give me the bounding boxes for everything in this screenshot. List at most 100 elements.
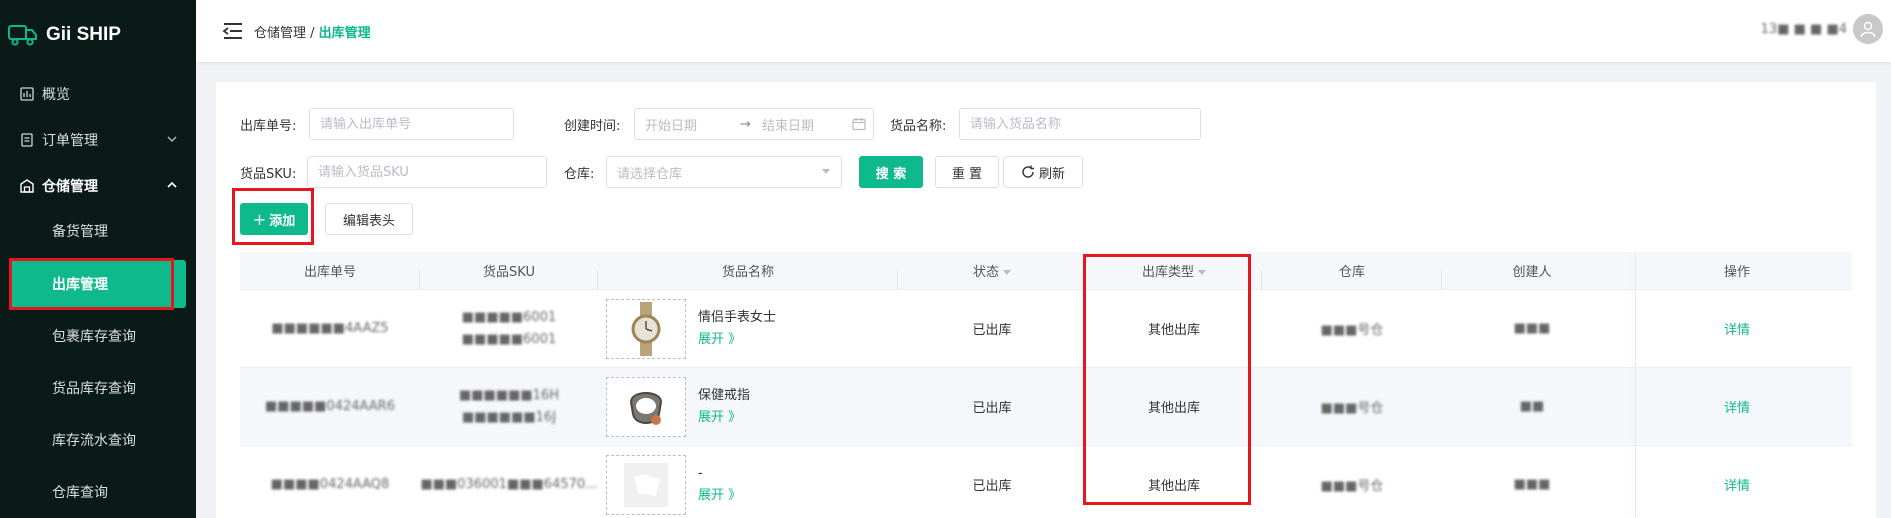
detail-link[interactable]: 详情	[1724, 323, 1750, 338]
status-text: 已出库	[972, 479, 1012, 494]
creator-name: ■■	[1519, 399, 1545, 414]
breadcrumb-separator: /	[306, 25, 319, 41]
add-button[interactable]: + 添加	[240, 203, 308, 235]
order-icon	[21, 133, 33, 147]
col-goods-name: 货品名称	[598, 261, 898, 290]
top-header: 仓储管理 / 出库管理 13■ ■ ■ ■4	[196, 0, 1891, 62]
calendar-icon	[852, 118, 866, 131]
table-row: ■■■■■0424AAR6 ■■■■■■16H ■■■■■■16J 保健戒指 展开…	[240, 368, 1852, 446]
sku-input[interactable]	[307, 156, 547, 188]
watch-image	[631, 301, 661, 356]
col-creator: 创建人	[1512, 265, 1552, 280]
table-header: 出库单号 货品SKU 货品名称 状态 出库类型 仓库 创建人 操作	[240, 252, 1852, 290]
goods-name-field[interactable]	[970, 116, 1200, 132]
dashboard-icon	[20, 87, 34, 101]
warehouse-icon	[20, 179, 34, 193]
search-button[interactable]: 搜 索	[859, 156, 923, 188]
sidebar-subitem-stocking[interactable]: 备货管理	[0, 208, 196, 254]
col-order-no: 出库单号	[240, 261, 420, 290]
date-range-picker[interactable]: 开始日期 → 结束日期	[634, 108, 874, 140]
sort-icon	[1003, 270, 1011, 275]
warehouse-select[interactable]: 请选择仓库	[606, 156, 842, 188]
status-text: 已出库	[972, 323, 1012, 338]
sidebar-item-orders[interactable]: 订单管理	[0, 116, 196, 164]
refresh-label: 刷新	[1038, 166, 1065, 182]
sidebar-subitem-stock-flow[interactable]: 库存流水查询	[0, 414, 196, 466]
sidebar-subitem-label: 仓库查询	[52, 485, 108, 501]
detail-link[interactable]: 详情	[1724, 401, 1750, 416]
sku-label: 货品SKU:	[240, 167, 297, 182]
sidebar-subitem-warehouse-query[interactable]: 仓库查询	[0, 466, 196, 518]
chevron-down-icon	[167, 136, 177, 142]
sku-line: ■■■■■6001	[461, 309, 557, 325]
col-status[interactable]: 状态	[898, 261, 1086, 290]
order-no: ■■■■■■4AAZ5	[271, 321, 389, 336]
expand-link[interactable]: 展开 》	[698, 485, 741, 507]
sidebar-subitem-label: 出库管理	[52, 277, 108, 293]
sidebar-subitem-outbound[interactable]: 出库管理	[10, 260, 186, 308]
detail-link[interactable]: 详情	[1724, 479, 1750, 494]
creator-name: ■■■	[1513, 321, 1551, 336]
col-warehouse: 仓库	[1262, 261, 1442, 290]
app-name: Gii SHIP	[46, 24, 121, 45]
sidebar-subitem-label: 货品库存查询	[52, 381, 136, 397]
sidebar-item-label: 概览	[42, 87, 70, 103]
app-logo[interactable]: Gii SHIP	[0, 0, 196, 70]
warehouse-label: 仓库:	[564, 167, 595, 182]
goods-thumbnail[interactable]	[606, 454, 686, 515]
goods-name-label: 货品名称:	[890, 119, 947, 134]
sidebar-subitem-package-stock[interactable]: 包裹库存查询	[0, 310, 196, 362]
col-operation: 操作	[1723, 265, 1750, 280]
table-row: ■■■■■■4AAZ5 ■■■■■6001 ■■■■■6001 情侣手表女士 展开…	[240, 290, 1852, 368]
sidebar-subitem-label: 备货管理	[52, 224, 108, 240]
refresh-icon	[1022, 165, 1034, 178]
goods-name: 保健戒指	[698, 387, 751, 403]
sku-line: ■■■■■6001	[461, 331, 557, 347]
out-type-text: 其他出库	[1147, 323, 1200, 338]
range-arrow: →	[740, 116, 751, 132]
expand-link[interactable]: 展开 》	[698, 329, 776, 351]
out-no-input[interactable]	[309, 108, 514, 140]
warehouse-name: ■■■号仓	[1320, 323, 1384, 338]
goods-name: 情侣手表女士	[698, 309, 777, 325]
reset-button[interactable]: 重 置	[935, 156, 999, 188]
fixed-column-divider	[1635, 252, 1636, 518]
breadcrumb: 仓储管理 / 出库管理	[254, 22, 371, 41]
out-no-field[interactable]	[320, 116, 513, 132]
user-icon	[1860, 21, 1876, 38]
avatar[interactable]	[1853, 14, 1883, 44]
goods-thumbnail[interactable]	[606, 298, 686, 359]
sidebar-item-overview[interactable]: 概览	[0, 72, 196, 116]
sidebar-subitem-label: 库存流水查询	[52, 433, 136, 449]
order-no: ■■■■■0424AAR6	[265, 399, 395, 414]
sku-line: ■■■■■■16H	[458, 387, 559, 403]
sku-line: ■■■■■■16J	[461, 409, 557, 425]
sidebar-item-warehouse[interactable]: 仓储管理	[0, 164, 196, 208]
menu-fold-icon[interactable]	[222, 22, 244, 40]
truck-icon	[8, 25, 37, 46]
goods-name-input[interactable]	[959, 108, 1201, 140]
sidebar-subitem-goods-stock[interactable]: 货品库存查询	[0, 362, 196, 414]
sku-line: ■■■64570...	[506, 476, 598, 492]
end-date-placeholder[interactable]: 结束日期	[762, 115, 852, 134]
sort-icon	[1198, 270, 1206, 275]
user-menu[interactable]: 13■ ■ ■ ■4	[1761, 14, 1883, 44]
ring-image	[629, 391, 663, 425]
col-out-type[interactable]: 出库类型	[1086, 261, 1262, 290]
out-no-label: 出库单号:	[240, 119, 297, 134]
caret-down-icon	[822, 169, 830, 174]
refresh-button[interactable]: 刷新	[1003, 156, 1083, 188]
sidebar: Gii SHIP 概览 订单管理 仓储管理 备货管理 出库管理 包裹库存查询 货…	[0, 0, 196, 518]
sku-field[interactable]	[318, 164, 546, 180]
breadcrumb-parent[interactable]: 仓储管理	[254, 26, 306, 41]
start-date-placeholder[interactable]: 开始日期	[645, 115, 740, 134]
user-phone: 13■ ■ ■ ■4	[1760, 21, 1847, 37]
image-placeholder-icon	[624, 462, 668, 507]
edit-header-button[interactable]: 编辑表头	[325, 203, 413, 235]
goods-thumbnail[interactable]	[606, 376, 686, 437]
outbound-table: 出库单号 货品SKU 货品名称 状态 出库类型 仓库 创建人 操作 ■■■■■■…	[240, 252, 1852, 518]
expand-link[interactable]: 展开 》	[698, 407, 750, 429]
plus-icon: +	[252, 209, 267, 229]
goods-name: -	[698, 465, 703, 481]
sidebar-item-label: 仓储管理	[42, 179, 98, 195]
